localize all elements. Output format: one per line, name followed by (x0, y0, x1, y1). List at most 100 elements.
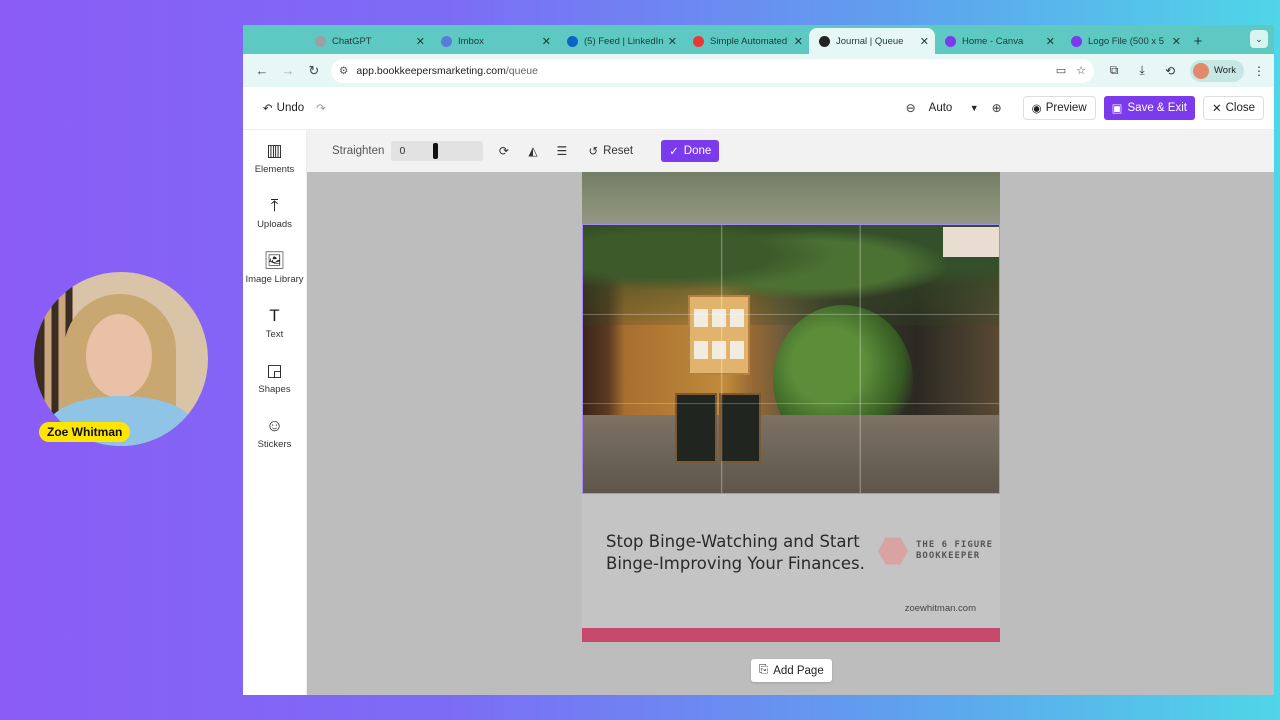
redo-button[interactable]: ↷ (310, 97, 332, 119)
zoom-out-icon[interactable]: ⊖ (899, 101, 923, 115)
sidebar-item-label: Stickers (257, 438, 292, 450)
tab-favicon-icon (567, 35, 578, 47)
browser-tab[interactable]: (5) Feed | LinkedIn ✕ (557, 28, 683, 54)
tab-close-icon[interactable]: ✕ (1172, 35, 1181, 48)
new-tab-button[interactable]: + (1187, 28, 1209, 54)
straighten-slider[interactable]: 0 (391, 141, 484, 161)
zoom-in-icon[interactable]: ⊕ (985, 101, 1009, 115)
extensions-icon[interactable]: ⧉ (1100, 63, 1128, 78)
zoom-select[interactable]: Auto ▼ (923, 96, 985, 120)
tab-close-icon[interactable]: ✕ (1046, 35, 1055, 48)
sidebar-item-label: Uploads (257, 218, 292, 230)
site-info-icon[interactable]: ⚙ (339, 65, 348, 77)
sidebar-item[interactable]: ◲ Shapes (243, 350, 306, 405)
save-label: Save & Exit (1127, 102, 1187, 114)
straighten-label: Straighten (332, 145, 385, 157)
logo-line-1: THE 6 FIGURE (916, 540, 994, 550)
browser-window: ChatGPT ✕ Imbox ✕ (5) Feed | LinkedIn ✕ Simple… (243, 25, 1274, 695)
url-path: /queue (505, 64, 538, 77)
elements-icon: ▥ (266, 140, 283, 160)
browser-tab[interactable]: Journal | Queue ✕ (809, 28, 935, 54)
address-bar: ← → ↻ ⚙ app.bookkeepersmarketing.com/que… (243, 54, 1274, 87)
sidebar-item-label: Text (265, 328, 284, 340)
reset-label: Reset (603, 145, 634, 157)
done-button[interactable]: ✓ Done (661, 140, 720, 162)
reset-button[interactable]: ↺ Reset (588, 144, 633, 158)
reload-icon[interactable]: ↻ (301, 63, 327, 79)
headline-text[interactable]: Stop Binge-Watching and Start Binge-Impr… (606, 531, 866, 575)
tab-strip: ChatGPT ✕ Imbox ✕ (5) Feed | LinkedIn ✕ Simple… (243, 25, 1274, 54)
cropped-photo[interactable] (582, 224, 1000, 494)
sidebar-item-label: Elements (254, 163, 295, 175)
tab-favicon-icon (1071, 35, 1082, 47)
sidebar-item[interactable]: ☺ Stickers (243, 405, 306, 460)
sidebar-item[interactable]: T Text (243, 295, 306, 350)
crop-overflow-region (582, 172, 1000, 224)
browser-tab[interactable]: ChatGPT ✕ (305, 28, 431, 54)
sidebar-item-label: Shapes (258, 383, 291, 395)
image-icon: 🖼 (263, 250, 286, 270)
tab-label: (5) Feed | LinkedIn (584, 35, 664, 47)
add-page-icon: ⎘ (759, 664, 769, 676)
editor-sidebar: ▥ Elements ⤒ Uploads 🖼 Image Library T Text ◲ Sha… (243, 130, 307, 695)
sidebar-item-label: Image Library (245, 273, 304, 285)
browser-tab[interactable]: Simple Automated ✕ (683, 28, 809, 54)
preview-button[interactable]: ◉ Preview (1022, 96, 1096, 120)
flip-vertical-icon[interactable]: ☰ (547, 144, 576, 158)
tab-label: ChatGPT (332, 35, 372, 47)
text-panel: Stop Binge-Watching and Start Binge-Impr… (582, 494, 1000, 628)
tab-close-icon[interactable]: ✕ (542, 35, 551, 48)
tab-label: Imbox (458, 35, 484, 47)
profile-button[interactable]: Work (1190, 59, 1244, 82)
website-text[interactable]: zoewhitman.com (905, 603, 976, 614)
brand-logo[interactable]: THE 6 FIGURE BOOKKEEPER (878, 536, 993, 566)
zoom-value: Auto (928, 102, 953, 114)
text-icon: T (269, 305, 280, 325)
forward-icon[interactable]: → (275, 63, 301, 78)
shapes-icon: ◲ (266, 360, 283, 380)
avatar (1193, 62, 1209, 79)
hexagon-logo-icon (878, 537, 908, 565)
tab-close-icon[interactable]: ✕ (416, 35, 425, 48)
bookmark-star-icon[interactable]: ☆ (1076, 64, 1086, 77)
tab-favicon-icon (441, 35, 452, 47)
download-icon[interactable]: ⤓ (1128, 63, 1156, 78)
url-field[interactable]: ⚙ app.bookkeepersmarketing.com/queue ▭ ☆ (331, 58, 1094, 83)
back-icon[interactable]: ← (249, 63, 275, 78)
reset-icon: ↺ (588, 146, 599, 158)
rotate-icon[interactable]: ⟳ (489, 144, 518, 158)
cast-icon[interactable]: ▭ (1056, 64, 1066, 77)
undo-button[interactable]: ↶ Undo (257, 97, 310, 119)
tab-close-icon[interactable]: ✕ (668, 35, 677, 48)
undo-icon: ↶ (263, 103, 273, 115)
crop-toolbar: Straighten 0 ⟳ ◭ ☰ ↺ Reset ✓ Done (307, 130, 1274, 172)
tab-favicon-icon (693, 35, 704, 47)
design-page: Stop Binge-Watching and Start Binge-Impr… (582, 172, 1000, 642)
chevron-down-icon: ▼ (969, 103, 979, 113)
close-label: Close (1225, 102, 1255, 114)
straighten-value: 0 (399, 145, 406, 157)
close-button[interactable]: ✕ Close (1202, 96, 1264, 120)
close-icon: ✕ (1211, 103, 1222, 115)
sidebar-item[interactable]: 🖼 Image Library (243, 240, 306, 295)
sidebar-item[interactable]: ▥ Elements (243, 130, 306, 185)
browser-tab[interactable]: Imbox ✕ (431, 28, 557, 54)
tab-search-icon[interactable]: ⌄ (1250, 30, 1268, 48)
done-label: Done (683, 145, 712, 157)
sync-icon[interactable]: ⟲ (1156, 64, 1184, 78)
brand-color-bar[interactable] (582, 628, 1000, 642)
flip-horizontal-icon[interactable]: ◭ (518, 144, 547, 158)
save-exit-button[interactable]: ▣ Save & Exit (1103, 96, 1195, 120)
slider-handle[interactable] (433, 143, 439, 159)
add-page-button[interactable]: ⎘ Add Page (751, 659, 832, 682)
sidebar-item[interactable]: ⤒ Uploads (243, 185, 306, 240)
tab-favicon-icon (945, 35, 956, 47)
tab-close-icon[interactable]: ✕ (794, 35, 803, 48)
browser-tab[interactable]: Logo File (500 x 5 ✕ (1061, 28, 1187, 54)
eye-icon: ◉ (1031, 103, 1042, 115)
browser-tab[interactable]: Home - Canva ✕ (935, 28, 1061, 54)
tab-close-icon[interactable]: ✕ (920, 35, 929, 48)
browser-menu-icon[interactable]: ⋮ (1250, 64, 1268, 78)
tab-label: Home - Canva (962, 35, 1024, 47)
editor-header: ↶ Undo ↷ ⊖ Auto ▼ ⊕ ◉ Preview ▣ Save & Exit … (243, 87, 1274, 130)
